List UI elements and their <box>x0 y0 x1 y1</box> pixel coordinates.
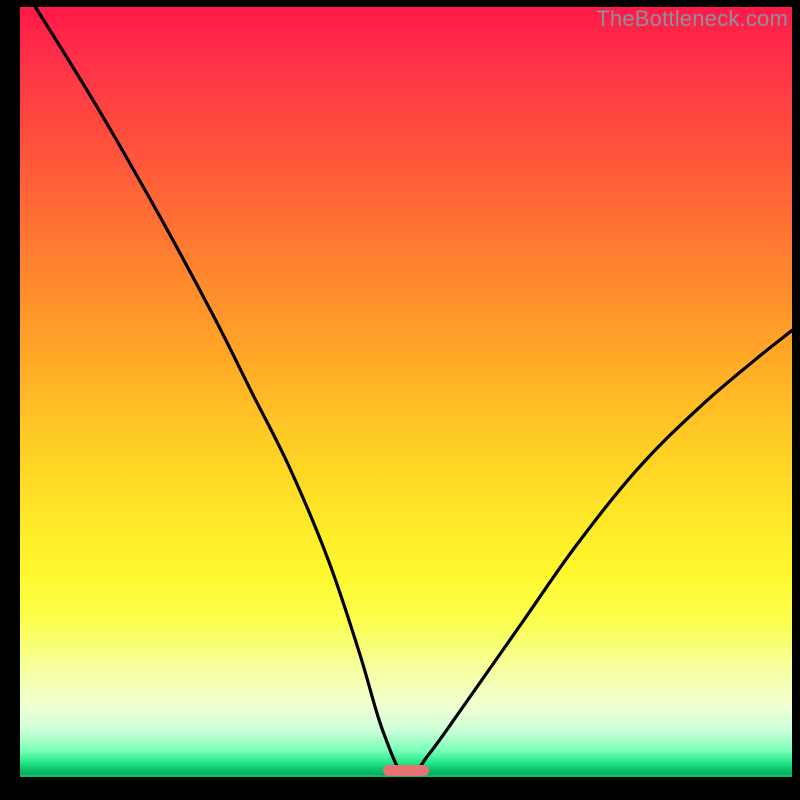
bottleneck-chart: TheBottleneck.com <box>0 0 800 800</box>
plot-area <box>20 7 792 777</box>
curve-svg <box>20 7 792 777</box>
watermark-text: TheBottleneck.com <box>596 6 788 32</box>
minimum-marker <box>383 765 429 776</box>
